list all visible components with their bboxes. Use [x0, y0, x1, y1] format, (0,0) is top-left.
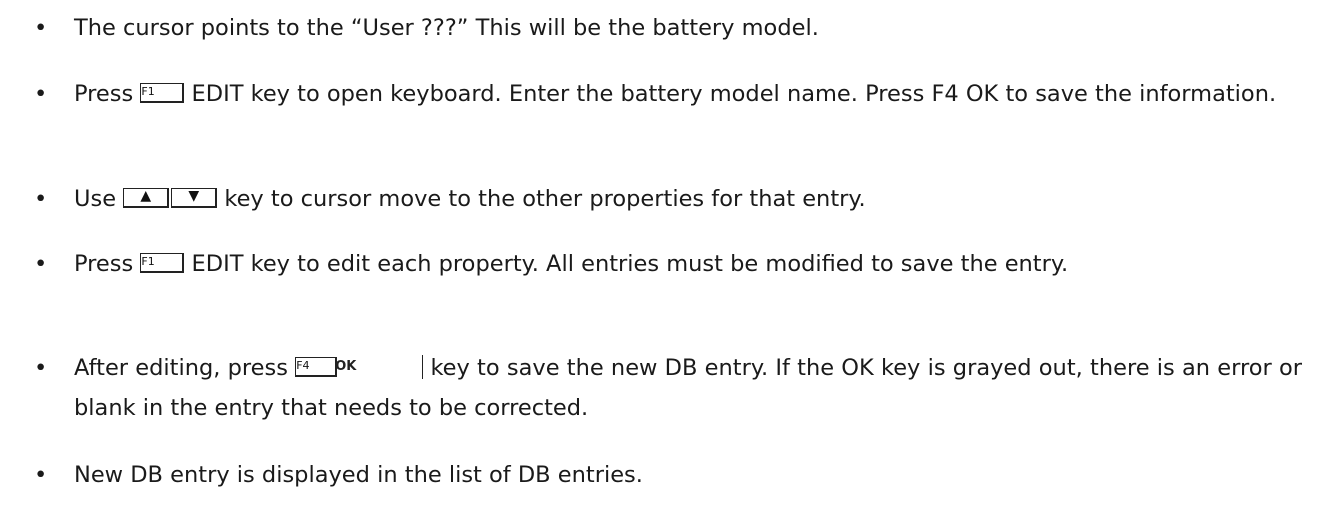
item-text-after: EDIT key to open keyboard. Enter the bat… [191, 81, 1277, 107]
item-text: Press F1 EDIT key to edit each property.… [74, 244, 1302, 284]
ok-softkey-label: OK [335, 354, 424, 379]
f4-key-icon: F4 [295, 356, 338, 377]
up-arrow-key-icon: ▲ [123, 188, 170, 208]
item-text: New DB entry is displayed in the list of… [74, 462, 643, 488]
item-text-before: Press [74, 81, 134, 107]
arrow-keys: ▲ ▼ [123, 180, 218, 220]
item-text: The cursor points to the “User ???” This… [74, 15, 819, 41]
bullet: • [34, 251, 48, 277]
f1-key-icon: F1 [140, 82, 185, 103]
item-text-after: key to cursor move to the other properti… [224, 186, 866, 212]
item-text-before: After editing, press [74, 355, 288, 381]
bullet: • [34, 462, 48, 488]
instruction-list: • The cursor points to the “User ???” Th… [0, 0, 1320, 531]
item-text: Press F1 EDIT key to open keyboard. Ente… [74, 74, 1302, 114]
bullet: • [34, 186, 48, 212]
item-text: After editing, press F4 OK key to save th… [74, 348, 1302, 428]
item-text-before: Press [74, 251, 134, 277]
item-text: Use ▲ ▼ key to cursor move to the other p… [74, 179, 1302, 220]
bullet: • [34, 15, 48, 41]
item-text-before: Use [74, 186, 117, 212]
bullet: • [34, 355, 48, 381]
f1-key-icon: F1 [140, 252, 185, 273]
bullet: • [34, 81, 48, 107]
item-text-after: EDIT key to edit each property. All entr… [191, 251, 1069, 277]
down-arrow-key-icon: ▼ [171, 188, 218, 208]
